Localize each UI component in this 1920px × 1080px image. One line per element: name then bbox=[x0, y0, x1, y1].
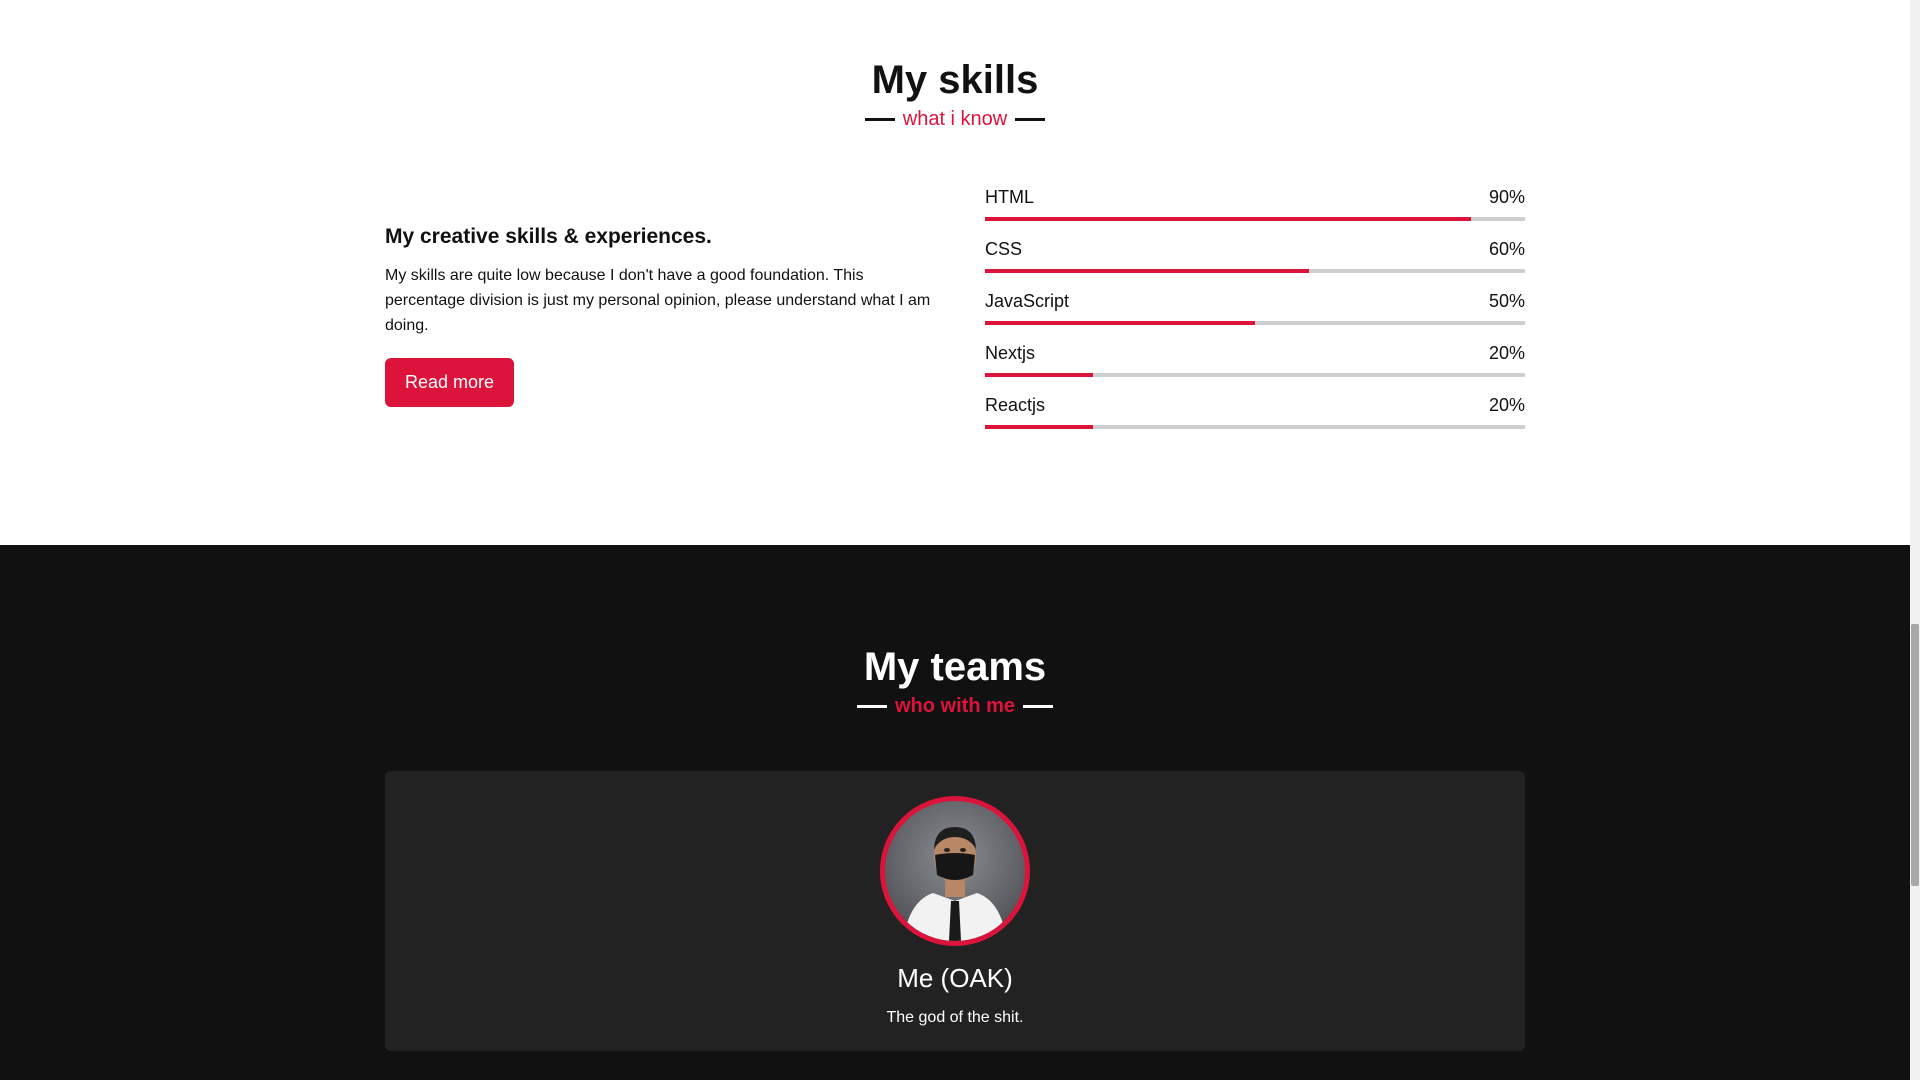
teams-subtitle-row: who with me bbox=[0, 695, 1910, 718]
team-card: Me (OAK) The god of the shit. bbox=[385, 771, 1525, 1051]
skill-percent: 60% bbox=[1488, 239, 1525, 259]
skill-track bbox=[985, 321, 1525, 325]
skill-bar-css: CSS 60% bbox=[985, 239, 1525, 291]
skill-track bbox=[985, 373, 1525, 377]
subtitle-left-line bbox=[864, 118, 895, 121]
skill-track bbox=[985, 217, 1525, 221]
skills-heading: My creative skills & experiences. bbox=[385, 225, 712, 248]
subtitle-left-line bbox=[857, 705, 887, 708]
skill-bar-javascript: JavaScript 50% bbox=[985, 291, 1525, 343]
skill-fill bbox=[985, 373, 1093, 377]
skills-subtitle: what i know bbox=[902, 108, 1008, 130]
page: My skills what i know My creative skills… bbox=[0, 0, 1910, 1080]
skills-intro: My creative skills & experiences. My ski… bbox=[385, 225, 940, 407]
subtitle-right-line bbox=[1015, 118, 1046, 121]
skill-percent: 50% bbox=[1488, 291, 1525, 311]
skill-bars: HTML 90% CSS 60% JavaScript 50% Nextjs 2… bbox=[985, 187, 1525, 447]
teams-subtitle: who with me bbox=[895, 695, 1015, 717]
skill-percent: 20% bbox=[1488, 395, 1525, 415]
skill-fill bbox=[985, 217, 1471, 221]
skill-name: Reactjs bbox=[985, 395, 1046, 415]
member-role: The god of the shit. bbox=[886, 1009, 1024, 1026]
skills-section: My skills what i know My creative skills… bbox=[0, 0, 1910, 545]
skills-subtitle-row: what i know bbox=[0, 108, 1910, 131]
skill-bar-reactjs: Reactjs 20% bbox=[985, 395, 1525, 447]
teams-section: My teams who with me Me (OAK) The god of… bbox=[0, 545, 1910, 1080]
scrollbar-thumb[interactable] bbox=[1911, 624, 1919, 886]
person-photo-icon bbox=[903, 827, 1007, 941]
skill-track bbox=[985, 425, 1525, 429]
avatar bbox=[880, 796, 1030, 946]
skills-title: My skills bbox=[871, 58, 1039, 102]
read-more-button[interactable]: Read more bbox=[385, 358, 515, 407]
skill-name: JavaScript bbox=[985, 291, 1070, 311]
skills-paragraph: My skills are quite low because I don't … bbox=[385, 267, 931, 334]
skill-name: CSS bbox=[985, 239, 1023, 259]
skill-name: HTML bbox=[985, 187, 1034, 207]
skill-track bbox=[985, 269, 1525, 273]
skill-fill bbox=[985, 321, 1255, 325]
skill-percent: 90% bbox=[1488, 187, 1525, 207]
skill-fill bbox=[985, 269, 1309, 273]
skill-bar-html: HTML 90% bbox=[985, 187, 1525, 239]
member-name: Me (OAK) bbox=[897, 963, 1013, 993]
subtitle-right-line bbox=[1023, 705, 1053, 708]
skill-fill bbox=[985, 425, 1093, 429]
skill-bar-nextjs: Nextjs 20% bbox=[985, 343, 1525, 395]
skill-percent: 20% bbox=[1488, 343, 1525, 363]
skill-name: Nextjs bbox=[985, 343, 1036, 363]
teams-title: My teams bbox=[863, 645, 1047, 689]
vertical-scrollbar[interactable] bbox=[1910, 0, 1920, 1080]
